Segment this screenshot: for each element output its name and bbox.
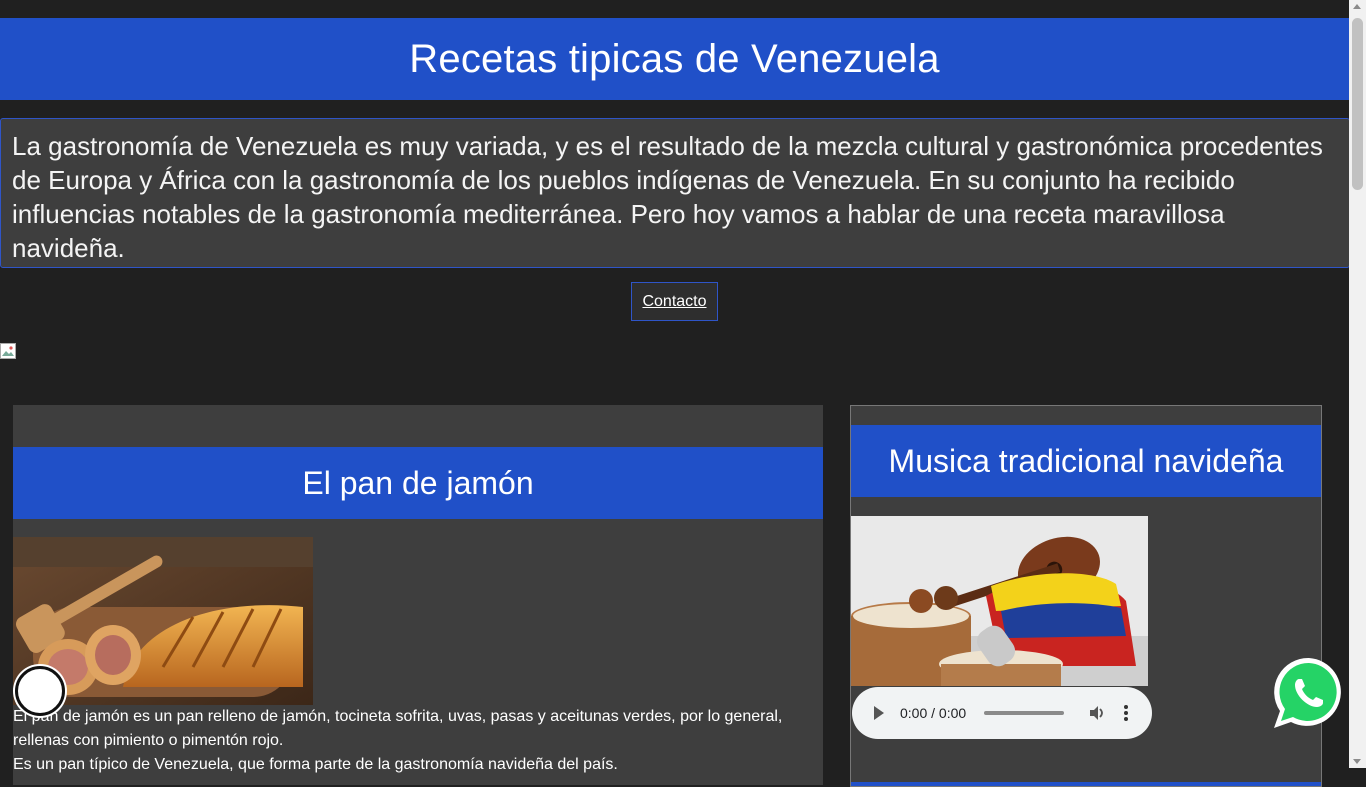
contact-button[interactable]: Contacto	[631, 282, 718, 321]
broken-image-icon	[0, 343, 16, 359]
top-bar	[0, 0, 1349, 18]
whatsapp-icon[interactable]	[1271, 655, 1347, 731]
recipe-title: El pan de jamón	[13, 447, 823, 519]
scroll-thumb[interactable]	[1352, 18, 1363, 190]
intro-text: La gastronomía de Venezuela es muy varia…	[0, 118, 1350, 268]
scroll-down-arrow[interactable]	[1353, 759, 1361, 764]
play-icon[interactable]	[874, 706, 884, 720]
blue-strip	[851, 782, 1321, 786]
page-scrollbar[interactable]	[1349, 0, 1366, 768]
instruments-image	[851, 516, 1148, 686]
audio-player[interactable]: 0:00 / 0:00	[852, 687, 1152, 739]
recipe-description: El pan de jamón es un pan relleno de jam…	[13, 705, 813, 777]
more-vert-icon[interactable]	[1124, 705, 1129, 721]
music-card: Musica tradicional navideña 0:00 / 0:00	[850, 405, 1322, 787]
audio-time: 0:00 / 0:00	[900, 705, 967, 721]
recipe-card: El pan de jamón El pan de jamón es un pa…	[13, 405, 823, 785]
circle-button[interactable]	[15, 666, 65, 716]
recipe-paragraph-2: Es un pan típico de Venezuela, que forma…	[13, 756, 618, 773]
music-title: Musica tradicional navideña	[851, 425, 1321, 497]
scroll-up-arrow[interactable]	[1353, 4, 1361, 9]
audio-progress-slider[interactable]	[984, 711, 1065, 715]
site-header: Recetas tipicas de Venezuela	[0, 18, 1349, 100]
recipe-paragraph-1: El pan de jamón es un pan relleno de jam…	[13, 708, 783, 749]
page-title: Recetas tipicas de Venezuela	[409, 36, 940, 81]
volume-icon[interactable]	[1088, 704, 1106, 722]
